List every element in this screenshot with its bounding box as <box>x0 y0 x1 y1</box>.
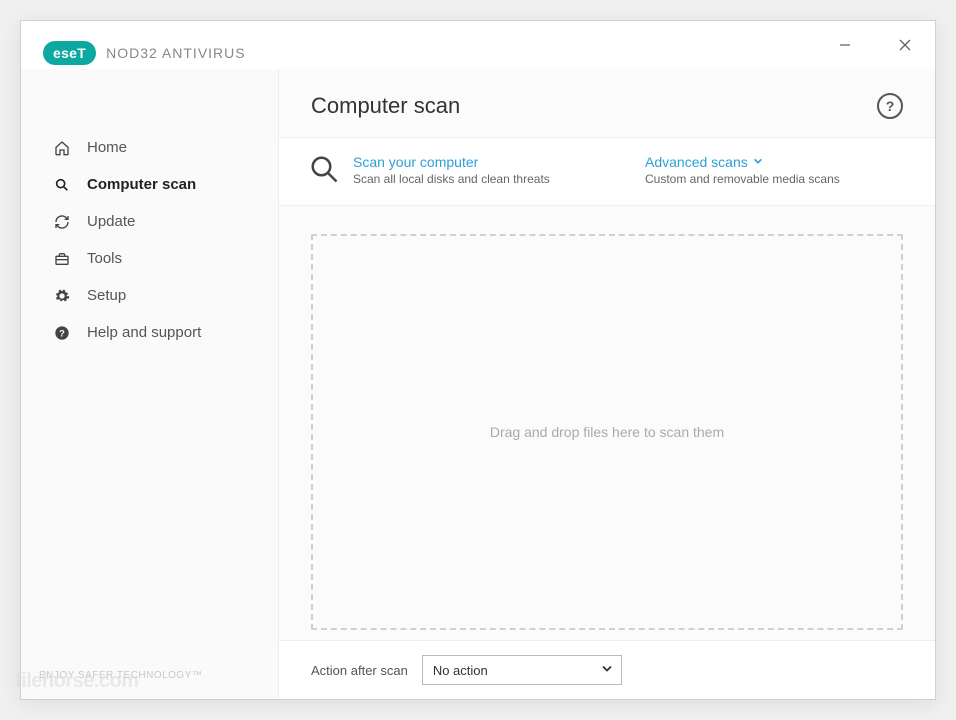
sidebar-item-label: Setup <box>87 287 126 304</box>
sidebar: eseT NOD32 ANTIVIRUS Home Computer scan <box>21 69 279 699</box>
page-title: Computer scan <box>311 93 460 119</box>
product-name: NOD32 ANTIVIRUS <box>106 45 245 61</box>
close-button[interactable] <box>887 27 923 63</box>
watermark: filehorse.com <box>15 670 139 693</box>
sidebar-item-label: Home <box>87 139 127 156</box>
main-panel: Computer scan ? Scan your computer Scan … <box>279 69 935 699</box>
help-button[interactable]: ? <box>877 93 903 119</box>
home-icon <box>53 140 71 156</box>
magnifier-icon <box>309 154 339 189</box>
gear-icon <box>53 288 71 304</box>
sidebar-item-computer-scan[interactable]: Computer scan <box>47 168 260 201</box>
scan-option-title: Scan your computer <box>353 154 550 170</box>
briefcase-icon <box>53 251 71 267</box>
advanced-scans-option[interactable]: Advanced scans Custom and removable medi… <box>645 154 905 189</box>
minimize-button[interactable] <box>827 27 863 63</box>
search-icon <box>53 177 71 193</box>
main-header: Computer scan ? <box>279 69 935 137</box>
sidebar-item-label: Update <box>87 213 135 230</box>
scan-options-panel: Scan your computer Scan all local disks … <box>279 137 935 206</box>
chevron-down-icon <box>601 663 613 678</box>
sidebar-item-help[interactable]: ? Help and support <box>47 316 260 349</box>
sidebar-item-update[interactable]: Update <box>47 205 260 238</box>
drop-zone-text: Drag and drop files here to scan them <box>490 424 724 440</box>
sidebar-nav: Home Computer scan Update <box>21 131 278 349</box>
sidebar-item-home[interactable]: Home <box>47 131 260 164</box>
bottom-bar: Action after scan No action <box>279 640 935 699</box>
sidebar-item-label: Computer scan <box>87 176 196 193</box>
refresh-icon <box>53 214 71 230</box>
brand-logo: eseT NOD32 ANTIVIRUS <box>43 41 246 65</box>
action-after-scan-label: Action after scan <box>311 663 408 678</box>
eset-logo: eseT <box>43 41 96 65</box>
drop-zone[interactable]: Drag and drop files here to scan them <box>311 234 903 630</box>
select-value: No action <box>433 663 488 678</box>
sidebar-item-label: Help and support <box>87 324 201 341</box>
svg-text:?: ? <box>59 328 65 338</box>
action-after-scan-select[interactable]: No action <box>422 655 622 685</box>
sidebar-item-tools[interactable]: Tools <box>47 242 260 275</box>
help-solid-icon: ? <box>53 325 71 341</box>
sidebar-item-setup[interactable]: Setup <box>47 279 260 312</box>
app-window: eseT NOD32 ANTIVIRUS Home Computer scan <box>20 20 936 700</box>
close-icon <box>899 39 911 51</box>
chevron-down-icon <box>753 156 763 169</box>
advanced-option-sub: Custom and removable media scans <box>645 172 840 186</box>
sidebar-item-label: Tools <box>87 250 122 267</box>
question-icon: ? <box>886 98 895 114</box>
scan-option-sub: Scan all local disks and clean threats <box>353 172 550 186</box>
minimize-icon <box>839 39 851 51</box>
advanced-option-title: Advanced scans <box>645 154 748 170</box>
scan-computer-option[interactable]: Scan your computer Scan all local disks … <box>309 154 550 189</box>
